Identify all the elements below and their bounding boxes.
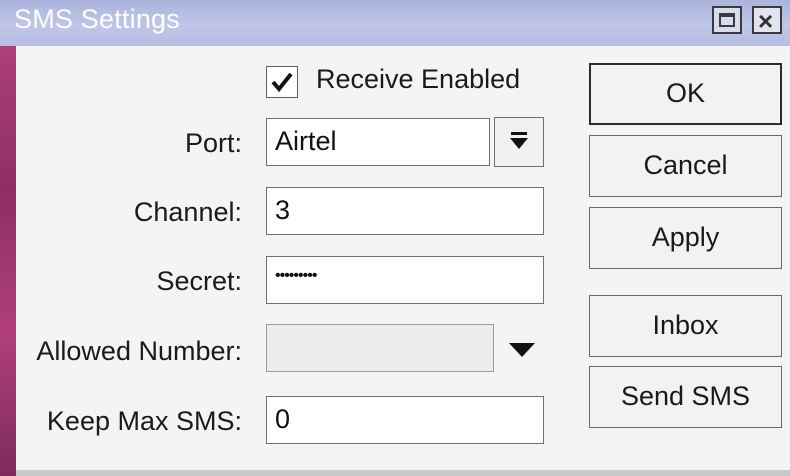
checkmark-icon [271, 72, 293, 93]
port-select[interactable]: Airtel [266, 118, 490, 166]
maximize-icon [719, 13, 735, 27]
ok-button[interactable]: OK [589, 63, 782, 125]
window-titlebar[interactable]: SMS Settings × [0, 0, 790, 46]
dropdown-arrow-icon [510, 132, 528, 149]
allowed-number-input[interactable] [266, 324, 494, 372]
close-icon: × [758, 6, 774, 36]
port-dropdown-button[interactable] [494, 117, 544, 167]
port-label: Port: [184, 128, 242, 158]
window-bottom-edge [16, 470, 790, 476]
allowed-number-dropdown-icon[interactable] [508, 341, 536, 359]
desktop-background [0, 0, 16, 476]
apply-button[interactable]: Apply [589, 207, 782, 269]
allowed-number-label: Allowed Number: [36, 336, 242, 366]
keep-max-sms-label: Keep Max SMS: [46, 406, 242, 436]
secret-label: Secret: [156, 266, 242, 296]
keep-max-sms-input[interactable]: 0 [266, 396, 544, 444]
maximize-button[interactable] [712, 6, 742, 34]
send-sms-button[interactable]: Send SMS [589, 366, 782, 428]
receive-enabled-label: Receive Enabled [316, 64, 521, 94]
cancel-button[interactable]: Cancel [589, 135, 782, 197]
window-title: SMS Settings [14, 4, 180, 34]
channel-input[interactable]: 3 [266, 187, 544, 235]
channel-label: Channel: [133, 197, 242, 227]
receive-enabled-checkbox[interactable] [266, 66, 298, 98]
secret-input[interactable]: ••••••••• [266, 256, 544, 304]
inbox-button[interactable]: Inbox [589, 295, 782, 357]
close-button[interactable]: × [752, 6, 782, 36]
